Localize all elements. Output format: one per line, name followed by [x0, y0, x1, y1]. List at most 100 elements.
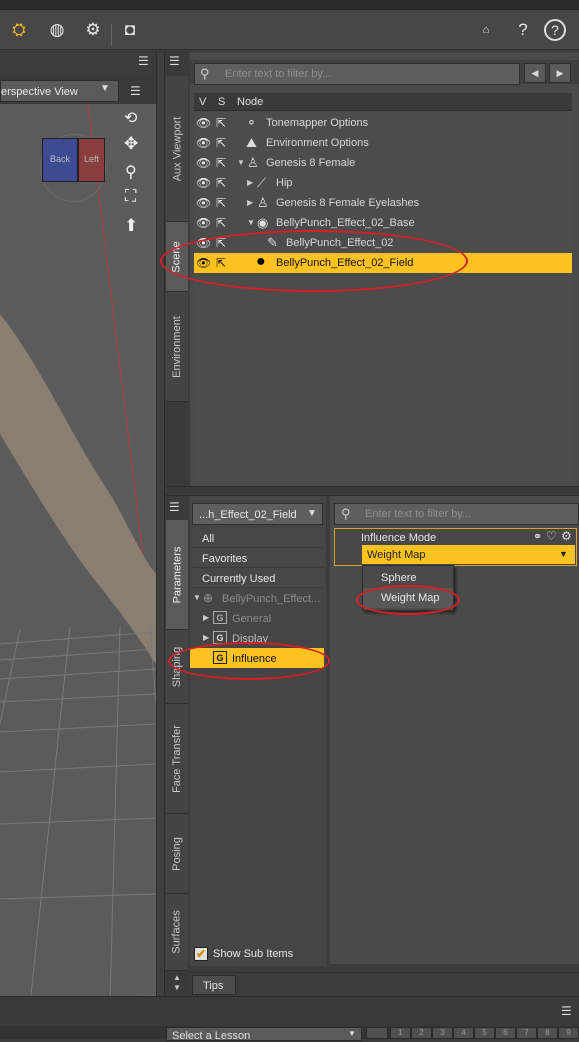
pane-menu-icon[interactable]: ☰: [561, 1004, 572, 1018]
whats-this-icon[interactable]: ?: [510, 16, 536, 44]
selectable-cursor-icon[interactable]: ⇱: [216, 176, 226, 190]
pan-icon[interactable]: ✥: [124, 134, 138, 154]
column-visible[interactable]: V: [199, 96, 206, 108]
scene-node-row[interactable]: 👁 ⇱ ▶ ♙ Genesis 8 Female Eyelashes: [194, 193, 572, 213]
node-select-dropdown[interactable]: ...h_Effect_02_Field: [192, 503, 323, 525]
annotation-ellipse: [168, 642, 330, 680]
pane-menu-icon[interactable]: ☰: [169, 54, 180, 68]
selectable-cursor-icon[interactable]: ⇱: [216, 116, 226, 130]
lesson-grid-icon[interactable]: [366, 1027, 388, 1039]
parameter-side-tabs: ☰ Parameters Shaping Face Transfer Posin…: [166, 496, 188, 971]
tree-expander-collapsed-icon[interactable]: ▶: [203, 613, 209, 622]
tab-aux-viewport[interactable]: Aux Viewport: [166, 76, 188, 222]
tree-expander-expanded-icon[interactable]: ▼: [237, 158, 245, 167]
tree-expander-expanded-icon[interactable]: ▼: [193, 593, 201, 602]
visibility-eye-icon[interactable]: 👁: [196, 216, 211, 230]
sphere-gear-icon[interactable]: ◍: [44, 16, 70, 44]
camera-icon[interactable]: ◘: [117, 16, 143, 44]
reset-camera-icon[interactable]: ⬆: [124, 216, 138, 236]
scene-nav-prev-button[interactable]: ◀: [524, 63, 546, 83]
orbit-icon[interactable]: ⟲: [124, 108, 137, 128]
tree-expander-collapsed-icon[interactable]: ▶: [247, 198, 253, 207]
lesson-page[interactable]: 4: [453, 1027, 474, 1039]
viewport-canvas[interactable]: Back Left ⟲ ✥ ⚲ ⛶ ⬆: [0, 104, 156, 1004]
figure-icon: ♙: [257, 195, 269, 210]
column-selectable[interactable]: S: [218, 96, 225, 108]
zoom-icon[interactable]: ⚲: [125, 162, 137, 182]
list-item-all[interactable]: All: [192, 528, 324, 548]
tab-parameters[interactable]: Parameters: [166, 520, 188, 630]
scene-node-row[interactable]: 👁 ⇱ ⚬ Tonemapper Options: [194, 113, 572, 133]
tab-posing[interactable]: Posing: [166, 814, 188, 894]
lesson-strip: Select a Lesson ▼ 1 2 3 4 5 6 7 8 9: [0, 1026, 579, 1042]
selectable-cursor-icon[interactable]: ⇱: [216, 196, 226, 210]
viewport-camera-label: erspective View: [1, 86, 78, 98]
param-filter-placeholder: Enter text to filter by...: [365, 508, 472, 520]
lesson-page[interactable]: 5: [474, 1027, 495, 1039]
view-cube-back-face[interactable]: Back: [42, 138, 78, 182]
chevron-down-icon[interactable]: ▼: [559, 549, 568, 559]
pane-splitter-horizontal[interactable]: [166, 486, 579, 496]
selectable-cursor-icon[interactable]: ⇱: [216, 216, 226, 230]
lesson-page[interactable]: 2: [411, 1027, 432, 1039]
scene-node-row[interactable]: 👁 ⇱ ⛰ Environment Options: [194, 133, 572, 153]
group-icon: G: [213, 611, 227, 624]
chevron-down-icon[interactable]: ▼: [100, 83, 110, 94]
frame-icon[interactable]: ⛶: [125, 188, 136, 206]
visibility-eye-icon[interactable]: 👁: [196, 136, 211, 150]
ds-home-icon[interactable]: ⌂: [473, 16, 499, 44]
lesson-page[interactable]: 8: [537, 1027, 558, 1039]
lesson-page[interactable]: 6: [495, 1027, 516, 1039]
scene-nav-next-button[interactable]: ▶: [549, 63, 571, 83]
favorite-heart-icon[interactable]: ♡: [546, 529, 557, 543]
influence-mode-select[interactable]: Weight Map: [362, 545, 575, 564]
camera-gear-icon[interactable]: ⚙: [80, 16, 106, 44]
list-item-favorites[interactable]: Favorites: [192, 548, 324, 568]
group-row-general[interactable]: ▶ G General: [190, 608, 326, 628]
visibility-eye-icon[interactable]: 👁: [196, 196, 211, 210]
scene-node-label: Environment Options: [266, 137, 369, 149]
show-sub-items-row: ✔ Show Sub Items: [190, 944, 326, 964]
pane-splitter-horizontal[interactable]: [330, 964, 579, 972]
tree-expander-collapsed-icon[interactable]: ▶: [203, 633, 209, 642]
link-icon[interactable]: ⚭: [533, 530, 542, 543]
selectable-cursor-icon[interactable]: ⇱: [216, 156, 226, 170]
tab-face-transfer[interactable]: Face Transfer: [166, 704, 188, 814]
chevron-down-icon[interactable]: ▼: [307, 508, 317, 519]
view-cube-left-face[interactable]: Left: [78, 138, 105, 182]
pointer-gear-icon[interactable]: ⛭: [6, 16, 32, 44]
column-node[interactable]: Node: [237, 96, 263, 108]
pane-menu-icon[interactable]: ☰: [138, 54, 149, 68]
tab-environment[interactable]: Environment: [166, 292, 188, 402]
scene-node-row[interactable]: 👁 ⇱ ▼ ◉ BellyPunch_Effect_02_Base: [194, 213, 572, 233]
scene-node-row[interactable]: 👁 ⇱ ▶ ⟋ Hip: [194, 173, 572, 193]
visibility-eye-icon[interactable]: 👁: [196, 176, 211, 190]
selectable-cursor-icon[interactable]: ⇱: [216, 136, 226, 150]
pane-menu-icon[interactable]: ☰: [169, 500, 180, 514]
scene-filter-input[interactable]: Enter text to filter by...: [194, 63, 520, 85]
tab-scroll-arrows[interactable]: ▲ ▼: [166, 971, 188, 995]
group-root-row[interactable]: ▼ ⊕ BellyPunch_Effect...: [190, 588, 326, 608]
param-filter-input[interactable]: Enter text to filter by...: [334, 503, 579, 525]
tab-surfaces[interactable]: Surfaces: [166, 894, 188, 971]
viewport-menu-icon[interactable]: ☰: [130, 84, 141, 98]
pane-splitter[interactable]: [156, 52, 165, 1004]
tree-expander-expanded-icon[interactable]: ▼: [247, 218, 255, 227]
help-icon[interactable]: ?: [544, 19, 566, 41]
list-item-currently-used[interactable]: Currently Used: [192, 568, 324, 588]
viewport-render: [0, 104, 156, 1004]
show-sub-items-checkbox[interactable]: ✔: [194, 947, 208, 961]
visibility-eye-icon[interactable]: 👁: [196, 156, 211, 170]
tree-expander-collapsed-icon[interactable]: ▶: [247, 178, 253, 187]
lesson-page[interactable]: 9: [558, 1027, 579, 1039]
lesson-page[interactable]: 7: [516, 1027, 537, 1039]
gear-icon[interactable]: ⚙: [561, 529, 572, 543]
tab-tips[interactable]: Tips: [192, 975, 236, 995]
lesson-page[interactable]: 3: [432, 1027, 453, 1039]
view-cube-left-label: Left: [83, 154, 99, 164]
visibility-eye-icon[interactable]: 👁: [196, 116, 211, 130]
scene-node-row[interactable]: 👁 ⇱ ▼ ♙ Genesis 8 Female: [194, 153, 572, 173]
lesson-page[interactable]: 1: [390, 1027, 411, 1039]
tonemapper-icon: ⚬: [246, 115, 257, 130]
chevron-down-icon[interactable]: ▼: [348, 1029, 356, 1038]
